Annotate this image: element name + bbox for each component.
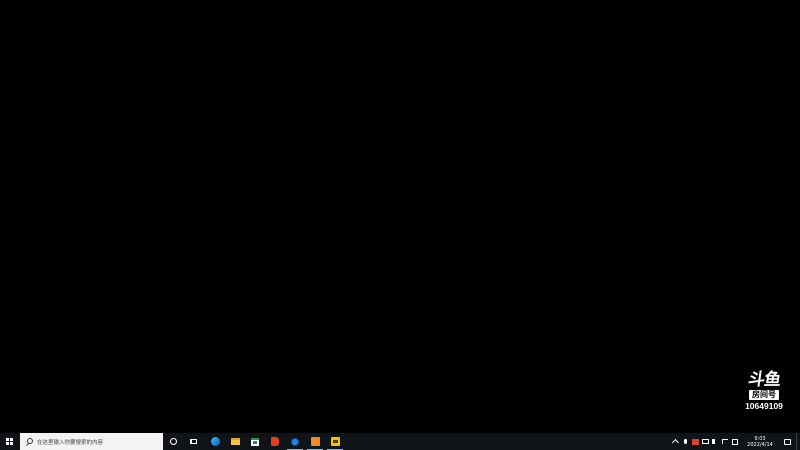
network-tray-button[interactable] (700, 433, 710, 450)
taskbar-app-store[interactable] (245, 433, 265, 450)
clock-date: 2022/4/14 (747, 441, 773, 448)
windows-logo-icon (6, 438, 13, 445)
search-box[interactable]: 在这里输入你要搜索的内容 (20, 433, 163, 450)
blue-gear-app-icon (291, 437, 299, 446)
volume-tray-button[interactable] (710, 433, 720, 450)
taskbar-app-edge[interactable] (205, 433, 225, 450)
microphone-icon (683, 439, 687, 444)
chevron-up-icon (671, 438, 679, 447)
wifi-tray-button[interactable] (720, 433, 730, 450)
file-explorer-icon (230, 438, 240, 445)
show-desktop-button[interactable] (796, 433, 800, 450)
wifi-icon (722, 439, 728, 444)
volume-icon (712, 439, 718, 444)
douyu-logo: 斗鱼 (746, 370, 782, 390)
room-number: 10649109 (745, 401, 783, 411)
taskbar: 在这里输入你要搜索的内容 9:03 2022/4/14 (0, 433, 800, 450)
cortana-icon (169, 438, 177, 445)
action-center-button[interactable] (778, 433, 796, 450)
taskbar-app-blue-gear[interactable] (285, 433, 305, 450)
task-view-button[interactable] (183, 433, 203, 450)
microphone-tray-button[interactable] (680, 433, 690, 450)
ime-icon (732, 438, 738, 445)
search-icon (25, 437, 33, 446)
red-app-tray-icon (691, 438, 699, 445)
orange-app-icon (310, 437, 320, 446)
task-view-icon (189, 439, 197, 444)
taskbar-app-yellow[interactable] (325, 433, 345, 450)
desktop-background: 斗鱼 房间号 10649109 (0, 0, 800, 433)
taskbar-app-office[interactable] (265, 433, 285, 450)
search-placeholder: 在这里输入你要搜索的内容 (37, 439, 104, 446)
taskbar-app-orange[interactable] (305, 433, 325, 450)
cortana-button[interactable] (163, 433, 183, 450)
ime-tray-button[interactable] (730, 433, 740, 450)
system-tray: 9:03 2022/4/14 (670, 433, 800, 450)
notification-icon (783, 438, 791, 445)
clock-button[interactable]: 9:03 2022/4/14 (742, 433, 778, 450)
red-app-tray-button[interactable] (690, 433, 700, 450)
room-label: 房间号 (749, 390, 779, 400)
taskbar-app-file-explorer[interactable] (225, 433, 245, 450)
douyu-watermark: 斗鱼 房间号 10649109 (742, 370, 786, 411)
network-icon (701, 439, 709, 444)
yellow-app-icon (330, 437, 340, 446)
start-button[interactable] (0, 433, 19, 450)
edge-icon (210, 437, 220, 446)
office-icon (271, 437, 279, 446)
show-hidden-icons-button[interactable] (670, 433, 680, 450)
microsoft-store-icon (251, 437, 259, 446)
